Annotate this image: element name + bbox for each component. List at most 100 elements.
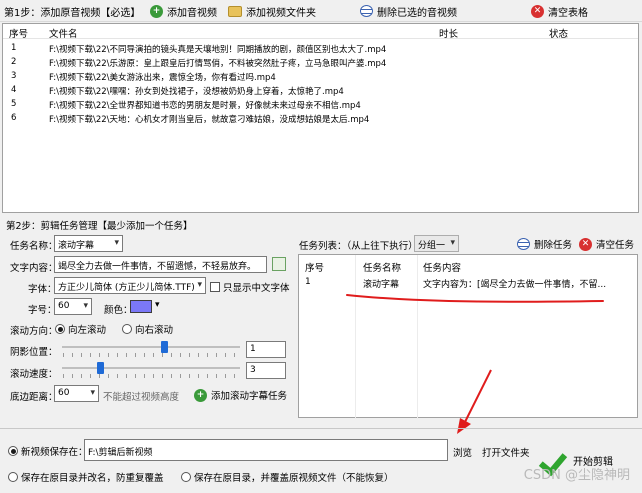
edit-text-icon[interactable] (272, 257, 286, 271)
task-list-label: 任务列表：（从上往下执行） (299, 241, 418, 252)
row-filename: F:\视频下载\22\天地：心机女才刚当皇后，就故意刁难姑娘，没成想姑娘是太后.… (49, 115, 370, 125)
col-filename[interactable]: 文件名 (49, 26, 78, 40)
direction-right-radio[interactable]: 向右滚动 (122, 322, 173, 336)
speed-slider-thumb[interactable] (97, 362, 104, 374)
add-folder-label: 添加视频文件夹 (246, 7, 316, 19)
speed-value-input[interactable]: 3 (246, 362, 286, 379)
row-index: 3 (11, 71, 17, 81)
table-icon (360, 5, 373, 17)
shadow-value-input[interactable]: 1 (246, 341, 286, 358)
add-scroll-task-label: 添加滚动字幕任务 (211, 391, 288, 402)
save-overwrite-label: 保存在原目录，并覆盖原视频文件（不能恢复） (194, 473, 394, 484)
task-name-label: 任务名称： (10, 241, 58, 252)
table-row[interactable]: 2 F:\视频下载\22\乐游原：皇上跟皇后打情骂俏，不料被突然肚子疼，立马急眼… (3, 55, 638, 69)
size-label: 字号： (28, 305, 57, 316)
delete-selected-button[interactable]: 删除已选的音视频 (360, 2, 457, 20)
row-filename: F:\视频下载\22\乐游原：皇上跟皇后打情骂俏，不料被突然肚子疼，立马急眼叫产… (49, 59, 387, 69)
plus-icon: + (194, 388, 207, 402)
new-video-save-radio[interactable]: 新视频保存在： (8, 444, 88, 458)
task-row-content: 文字内容为：[竭尽全力去做一件事情，不留... (423, 280, 607, 290)
checkbox-box[interactable] (210, 282, 220, 292)
new-video-save-label: 新视频保存在： (21, 447, 88, 458)
table-icon (517, 238, 530, 250)
row-filename: F:\视频下载\22\全世界都知道书恋的男朋友是时景，好像就未来过母亲不相信.m… (49, 101, 361, 111)
row-index: 6 (11, 113, 17, 123)
direction-left-radio[interactable]: 向左滚动 (55, 322, 106, 336)
red-underline-annotation (346, 294, 604, 303)
toolbar: 第1步：添加原音视频【必选】 + 添加音视频 添加视频文件夹 删除已选的音视频 … (0, 0, 642, 22)
add-video-button[interactable]: + 添加音视频 (150, 2, 217, 20)
radio-dot[interactable] (122, 324, 132, 334)
radio-dot[interactable] (181, 472, 191, 482)
table-row[interactable]: 5 F:\视频下载\22\全世界都知道书恋的男朋友是时景，好像就未来过母亲不相信… (3, 97, 638, 111)
table-row[interactable]: 3 F:\视频下载\22\美女游泳出来，震惊全场，你有看过吗.mp4 (3, 69, 638, 83)
clear-tasks-label: 清空任务 (596, 240, 635, 251)
delete-task-label: 删除任务 (534, 240, 573, 251)
folder-icon (228, 5, 242, 17)
radio-dot[interactable] (8, 472, 18, 482)
close-icon: ✕ (531, 4, 544, 18)
direction-label: 滚动方向： (10, 326, 58, 337)
row-filename: F:\视频下载\22\嘿嘿：孙女到处找裙子，没想被奶奶身上穿着，太惊艳了.mp4 (49, 87, 344, 97)
row-index: 4 (11, 85, 17, 95)
delete-task-button[interactable]: 删除任务 (517, 237, 572, 251)
speed-slider-track[interactable] (62, 367, 240, 369)
direction-left-label: 向左滚动 (68, 325, 107, 336)
add-scroll-task-button[interactable]: + 添加滚动字幕任务 (194, 388, 287, 402)
row-filename: F:\视频下载\22\不同导演拍的镜头真是天壤地别！同期播放的剧，颜值区别也太大… (49, 45, 387, 55)
radio-dot[interactable] (8, 446, 18, 456)
column-divider (417, 255, 418, 419)
row-index: 5 (11, 99, 17, 109)
save-path-input[interactable]: F:\剪辑后新视频 (84, 439, 448, 461)
row-index: 2 (11, 57, 17, 67)
font-label: 字体： (28, 284, 57, 295)
delete-selected-label: 删除已选的音视频 (377, 7, 457, 19)
task-col-name[interactable]: 任务名称 (363, 260, 401, 274)
color-label: 颜色： (104, 305, 133, 316)
col-duration[interactable]: 时长 (439, 26, 458, 40)
col-status[interactable]: 状态 (549, 26, 568, 40)
table-row[interactable]: 1 F:\视频下载\22\不同导演拍的镜头真是天壤地别！同期播放的剧，颜值区别也… (3, 41, 638, 55)
chevron-down-icon[interactable]: ▾ (155, 300, 160, 310)
save-rename-radio[interactable]: 保存在原目录并改名，防重复覆盖 (8, 470, 164, 484)
bottom-distance-hint: 不能超过视频高度 (103, 392, 180, 403)
browse-button[interactable]: 浏览 (453, 445, 472, 459)
speed-label: 滚动速度： (10, 369, 58, 380)
add-folder-button[interactable]: 添加视频文件夹 (228, 2, 316, 20)
text-content-input[interactable]: 竭尽全力去做一件事情，不留遗憾，不轻易放弃。 (54, 256, 267, 273)
clear-tasks-button[interactable]: ✕ 清空任务 (579, 237, 634, 251)
row-filename: F:\视频下载\22\美女游泳出来，震惊全场，你有看过吗.mp4 (49, 73, 276, 83)
divider (0, 428, 642, 429)
shadow-slider-track[interactable] (62, 346, 240, 348)
file-table[interactable]: 序号 文件名 时长 状态 1 F:\视频下载\22\不同导演拍的镜头真是天壤地别… (2, 23, 639, 213)
col-index[interactable]: 序号 (9, 26, 28, 40)
color-swatch[interactable] (130, 300, 152, 313)
table-row[interactable]: 6 F:\视频下载\22\天地：心机女才刚当皇后，就故意刁难姑娘，没成想姑娘是太… (3, 111, 638, 125)
table-row[interactable]: 4 F:\视频下载\22\嘿嘿：孙女到处找裙子，没想被奶奶身上穿着，太惊艳了.m… (3, 83, 638, 97)
task-col-index[interactable]: 序号 (305, 260, 324, 274)
column-divider (355, 255, 356, 419)
step1-label: 第1步：添加原音视频【必选】 (4, 8, 141, 19)
save-overwrite-radio[interactable]: 保存在原目录，并覆盖原视频文件（不能恢复） (181, 470, 394, 484)
bottom-distance-select[interactable]: 60 (54, 385, 99, 402)
font-select[interactable]: 方正少儿简体 (方正少儿简体.TTF) (54, 277, 206, 294)
radio-dot[interactable] (55, 324, 65, 334)
shadow-slider-thumb[interactable] (161, 341, 168, 353)
group-select[interactable]: 分组一 (414, 235, 459, 252)
direction-right-label: 向右滚动 (135, 325, 174, 336)
only-chinese-font-checkbox[interactable]: 只显示中文字体 (210, 280, 290, 294)
task-name-select[interactable]: 滚动字幕 (54, 235, 123, 252)
watermark: CSDN @尘隐神明 (523, 468, 630, 483)
add-video-label: 添加音视频 (167, 7, 217, 19)
speed-slider-ticks (63, 374, 239, 378)
only-chinese-font-label: 只显示中文字体 (223, 283, 290, 294)
clear-table-button[interactable]: ✕ 清空表格 (531, 2, 588, 20)
plus-icon: + (150, 4, 163, 18)
task-col-content[interactable]: 任务内容 (423, 260, 461, 274)
task-row-name: 滚动字幕 (363, 280, 400, 290)
bottom-distance-label: 底边距离： (10, 392, 58, 403)
task-row-index: 1 (305, 277, 311, 287)
row-index: 1 (11, 43, 17, 53)
size-select[interactable]: 60 (54, 298, 92, 315)
open-folder-button[interactable]: 打开文件夹 (482, 445, 530, 459)
